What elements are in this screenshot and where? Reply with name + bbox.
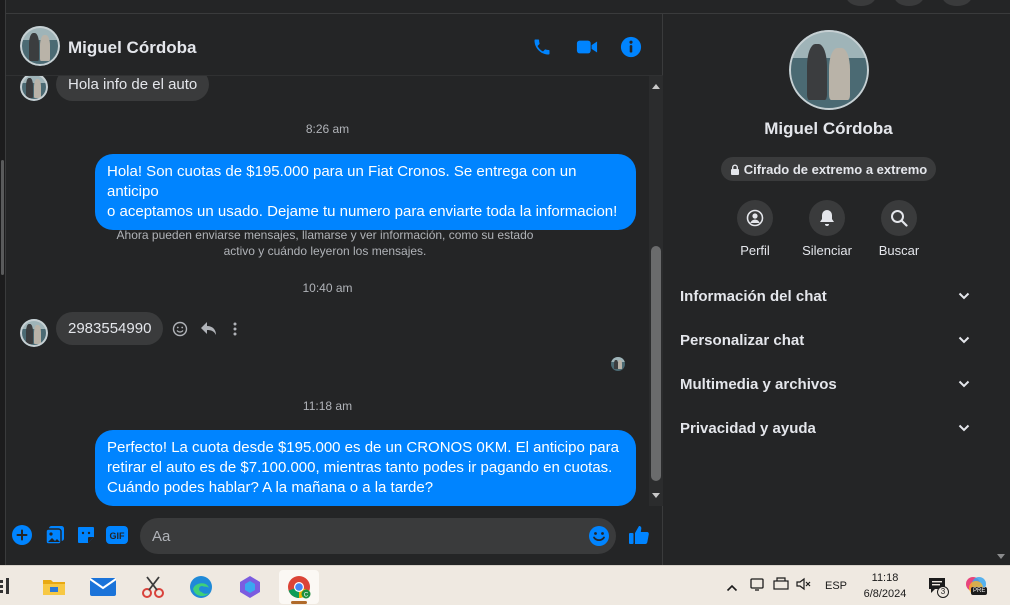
contact-avatar[interactable] <box>20 26 60 66</box>
message-line: Hola! Son cuotas de $195.000 para un Fia… <box>107 163 577 200</box>
react-icon[interactable] <box>172 321 188 342</box>
chat-info-panel: Miguel Córdoba Cifrado de extremo a extr… <box>664 14 993 565</box>
video-icon[interactable] <box>576 36 598 58</box>
left-scroll-thumb[interactable] <box>1 160 4 275</box>
encryption-badge[interactable]: Cifrado de extremo a extremo <box>721 157 936 181</box>
search-icon[interactable] <box>881 200 917 236</box>
reply-icon[interactable] <box>200 321 217 341</box>
notifications-icon[interactable]: 3 <box>928 576 949 601</box>
mail-icon[interactable] <box>83 570 123 604</box>
timestamp: 11:18 am <box>302 399 353 413</box>
chevron-down-icon <box>958 336 970 344</box>
svg-text:GIF: GIF <box>110 531 126 541</box>
action-label: Silenciar <box>802 243 852 258</box>
message-line: Perfecto! La cuota desde $195.000 es de … <box>107 439 619 456</box>
meet-now-icon[interactable] <box>750 577 764 596</box>
seen-receipt-avatar <box>611 357 625 371</box>
copilot-icon[interactable] <box>230 570 270 604</box>
section-customize-chat[interactable]: Personalizar chat <box>670 320 980 360</box>
composer-bar: GIF <box>6 506 663 565</box>
timestamp: 8:26 am <box>305 122 350 136</box>
chevron-down-icon <box>958 380 970 388</box>
lock-icon <box>730 164 739 175</box>
top-strip <box>6 0 1010 14</box>
file-explorer-icon[interactable] <box>34 570 74 604</box>
message-line: o aceptamos un usado. Dejame tu numero p… <box>107 203 618 220</box>
section-privacy-help[interactable]: Privacidad y ayuda <box>670 408 980 448</box>
outgoing-message[interactable]: Perfecto! La cuota desde $195.000 es de … <box>95 430 636 506</box>
scroll-up-arrow[interactable] <box>652 84 660 89</box>
top-avatar-button[interactable] <box>942 0 972 6</box>
chat-header: Miguel Córdoba <box>6 14 663 76</box>
section-label: Multimedia y archivos <box>680 375 837 393</box>
clock[interactable]: 11:18 6/8/2024 <box>852 570 918 602</box>
language-indicator[interactable]: ESP <box>825 566 847 605</box>
gif-icon[interactable]: GIF <box>106 524 128 546</box>
outgoing-message[interactable]: Hola! Son cuotas de $195.000 para un Fia… <box>95 154 636 230</box>
connection-notice: Ahora pueden enviarse mensajes, llamarse… <box>116 228 534 258</box>
copilot-preview-icon[interactable]: PRE <box>965 575 988 602</box>
widgets-icon[interactable] <box>0 578 12 599</box>
profile-icon[interactable] <box>737 200 773 236</box>
clock-time: 11:18 <box>871 572 899 584</box>
taskbar: C ESP 11:18 6/8/2024 3 PRE <box>0 565 1010 605</box>
section-chat-info[interactable]: Información del chat <box>670 276 980 316</box>
mute-action[interactable]: Silenciar <box>791 200 863 258</box>
edge-icon[interactable] <box>181 570 221 604</box>
profile-name: Miguel Córdoba <box>764 119 893 138</box>
preview-badge: PRE <box>971 587 988 595</box>
svg-text:C: C <box>304 593 309 599</box>
profile-avatar-large[interactable] <box>789 30 869 110</box>
top-circle-button[interactable] <box>894 0 924 6</box>
phone-icon[interactable] <box>531 36 553 58</box>
snipping-tool-icon[interactable] <box>133 570 173 604</box>
more-options-icon[interactable] <box>232 321 238 342</box>
volume-muted-icon[interactable] <box>796 577 812 596</box>
contact-avatar-small <box>20 319 48 347</box>
info-icon[interactable] <box>620 36 642 58</box>
image-icon[interactable] <box>44 524 66 546</box>
network-icon[interactable] <box>773 577 789 596</box>
message-line: Cuándo podes hablar? A la mañana o a la … <box>107 479 434 496</box>
top-circle-button[interactable] <box>846 0 876 6</box>
contact-avatar-small <box>20 76 48 101</box>
section-label: Información del chat <box>680 287 827 305</box>
incoming-message[interactable]: 2983554990 <box>56 312 164 345</box>
search-action[interactable]: Buscar <box>863 200 935 258</box>
section-label: Privacidad y ayuda <box>680 419 816 437</box>
chrome-icon[interactable]: C <box>279 570 319 604</box>
section-label: Personalizar chat <box>680 331 805 349</box>
action-label: Buscar <box>878 243 920 258</box>
message-input[interactable] <box>152 526 572 546</box>
message-input-box[interactable] <box>140 518 616 554</box>
bell-icon[interactable] <box>809 200 845 236</box>
message-list[interactable]: Hola info de el auto 8:26 am Hola! Son c… <box>6 76 649 506</box>
messenger-window: Miguel Córdoba Hola info de el auto 8:26… <box>0 0 1010 605</box>
encryption-label: Cifrado de extremo a extremo <box>743 161 928 177</box>
action-label: Perfil <box>740 243 770 258</box>
scroll-down-arrow[interactable] <box>652 493 660 498</box>
notification-count: 3 <box>937 586 949 598</box>
plus-icon[interactable] <box>11 524 33 546</box>
scroll-down-arrow[interactable] <box>997 554 1005 559</box>
chevron-down-icon <box>958 424 970 432</box>
section-media-files[interactable]: Multimedia y archivos <box>670 364 980 404</box>
message-scrollbar[interactable] <box>649 76 663 506</box>
emoji-icon[interactable] <box>588 525 610 552</box>
sticker-icon[interactable] <box>75 524 97 546</box>
timestamp: 10:40 am <box>302 281 353 295</box>
contact-name[interactable]: Miguel Córdoba <box>68 38 196 58</box>
chevron-down-icon <box>958 292 970 300</box>
chat-panel: Miguel Córdoba Hola info de el auto 8:26… <box>6 14 663 565</box>
incoming-message[interactable]: Hola info de el auto <box>56 76 210 101</box>
chevron-up-icon[interactable] <box>726 579 738 597</box>
info-panel-scrollbar[interactable] <box>993 14 1010 565</box>
clock-date: 6/8/2024 <box>863 588 907 600</box>
like-icon[interactable] <box>628 524 650 546</box>
scroll-thumb[interactable] <box>651 246 661 481</box>
message-line: retirar el auto es de $7.100.000, mientr… <box>107 459 613 476</box>
profile-action[interactable]: Perfil <box>719 200 791 258</box>
